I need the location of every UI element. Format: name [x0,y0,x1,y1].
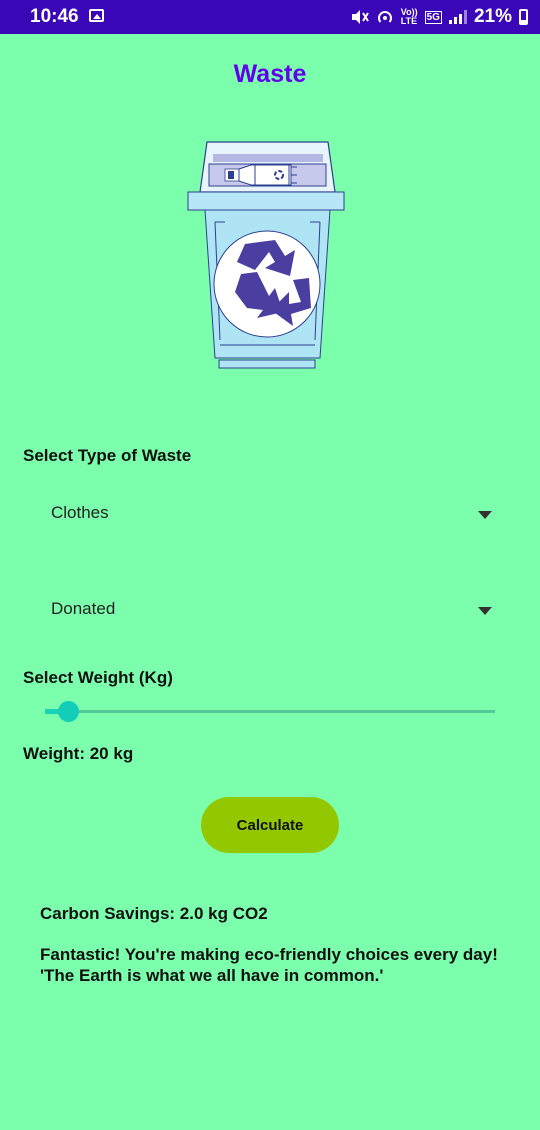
chevron-down-icon [478,607,492,615]
waste-type-dropdown[interactable]: Clothes [51,497,495,533]
waste-type-label: Select Type of Waste [23,446,192,465]
mute-icon [351,10,369,24]
page-title: Waste [233,60,307,88]
weight-display: Weight: 20 kg [23,744,134,763]
weight-slider[interactable] [45,697,495,727]
gallery-notification-icon [89,9,104,22]
eco-message-line1: Fantastic! You're making eco-friendly ch… [40,945,498,964]
weight-label: Select Weight (Kg) [23,668,173,687]
calculate-button[interactable]: Calculate [201,797,339,853]
signal-icon [448,10,467,24]
battery-icon [519,9,528,25]
status-bar: 10:46 Vo)) LTE 5G 21% [0,0,540,34]
lte-text: LTE [400,16,418,26]
status-time: 10:46 [30,6,79,27]
chevron-down-icon [478,511,492,519]
hotspot-icon [377,11,392,23]
eco-quote-line2: 'The Earth is what we all have in common… [40,966,384,985]
disposal-selected: Donated [51,599,116,618]
battery-fill [521,20,526,23]
status-icons: Vo)) LTE 5G 21% [351,6,528,28]
disposal-dropdown[interactable]: Donated [51,593,495,629]
slider-thumb[interactable] [58,701,79,722]
carbon-savings-text: Carbon Savings: 2.0 kg CO2 [40,904,268,923]
volte-indicator: Vo)) LTE [401,8,418,26]
slider-track [45,710,495,713]
waste-type-selected: Clothes [51,503,109,522]
5g-badge: 5G [424,10,442,24]
recycle-bin-illustration [187,141,345,369]
battery-percent: 21% [473,6,512,27]
